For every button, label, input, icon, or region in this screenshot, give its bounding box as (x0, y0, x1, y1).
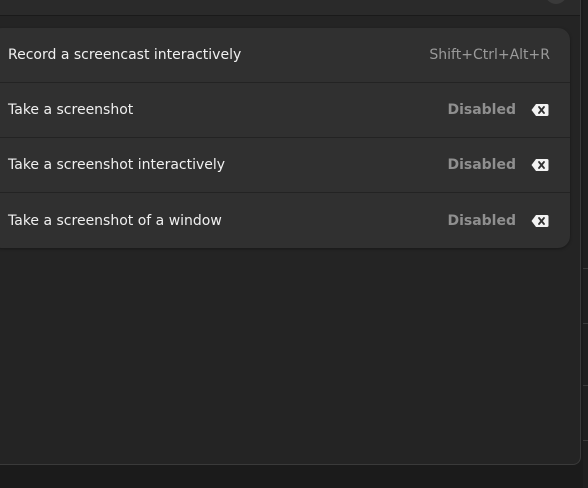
clear-shortcut-button[interactable] (530, 100, 550, 120)
edge-divider (583, 385, 588, 386)
shortcut-row-screenshot-interactively[interactable]: Take a screenshot interactively Disabled (0, 138, 570, 193)
shortcut-list: Record a screencast interactively Shift+… (0, 28, 570, 248)
shortcut-status: Disabled (447, 102, 516, 118)
clear-shortcut-button[interactable] (530, 155, 550, 175)
shortcut-title: Take a screenshot (8, 102, 134, 118)
shortcut-title: Record a screencast interactively (8, 47, 242, 63)
shortcut-status: Disabled (447, 157, 516, 173)
shortcut-row-take-screenshot[interactable]: Take a screenshot Disabled (0, 83, 570, 138)
shortcut-title: Take a screenshot of a window (8, 212, 222, 229)
edge-divider (583, 440, 588, 441)
shortcut-title: Take a screenshot interactively (8, 157, 226, 173)
shortcut-accelerator: Shift+Ctrl+Alt+R (429, 47, 550, 63)
shortcut-row-record-screencast[interactable]: Record a screencast interactively Shift+… (0, 28, 570, 83)
shortcut-row-screenshot-window[interactable]: Take a screenshot of a window Disabled (0, 193, 570, 248)
header-corner-control[interactable] (545, 0, 567, 4)
backspace-x-icon (531, 159, 549, 171)
backspace-x-icon (531, 214, 549, 227)
background-window-edge (583, 0, 588, 488)
backspace-x-icon (531, 104, 549, 116)
edge-divider (583, 323, 588, 324)
edge-divider (583, 268, 588, 269)
settings-window: Record a screencast interactively Shift+… (0, 0, 581, 465)
header-strip (0, 0, 580, 16)
clear-shortcut-button[interactable] (530, 211, 550, 231)
shortcut-status: Disabled (447, 212, 516, 229)
